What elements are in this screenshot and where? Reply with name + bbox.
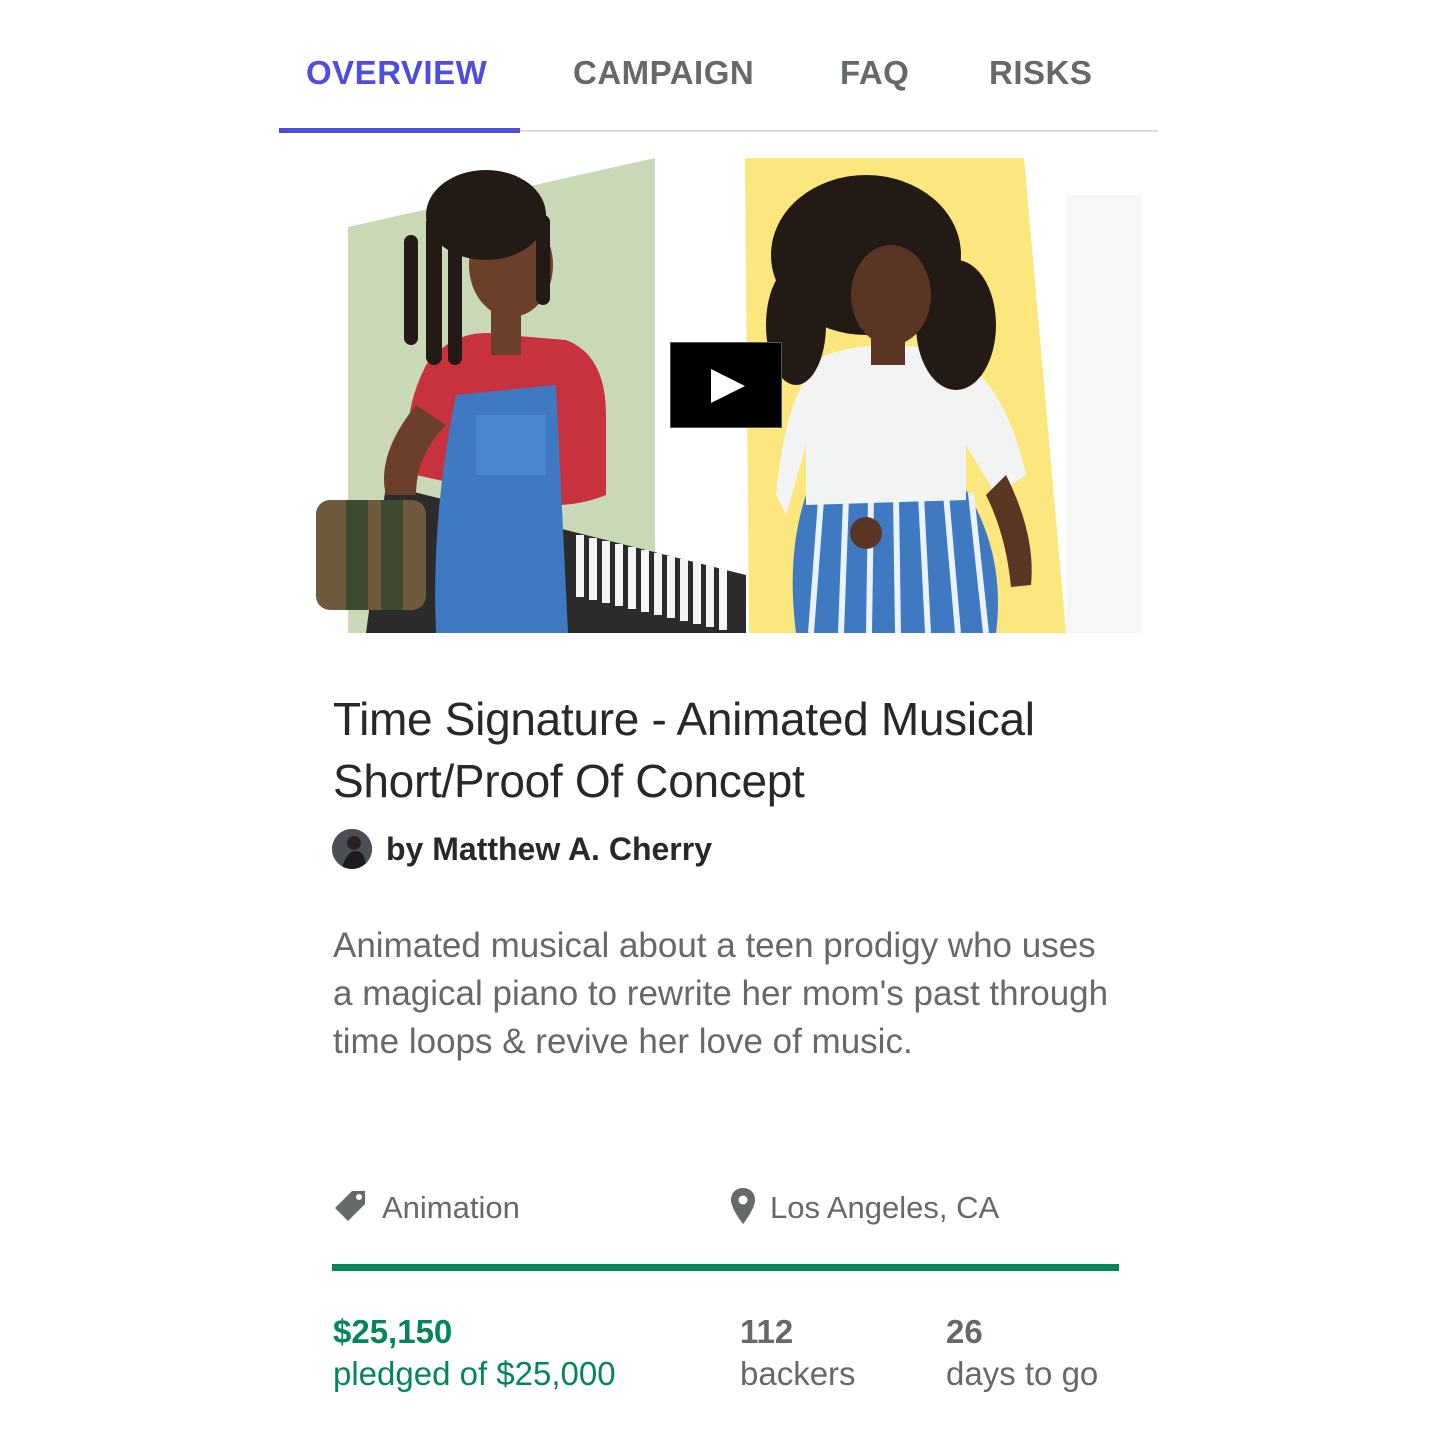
play-icon	[711, 369, 745, 403]
tab-risks[interactable]: RISKS	[989, 54, 1092, 92]
project-tabs: OVERVIEW CAMPAIGN FAQ RISKS	[279, 0, 1158, 133]
project-title: Time Signature - Animated Musical Short/…	[333, 693, 1035, 807]
creator-link[interactable]: by Matthew A. Cherry	[332, 827, 712, 871]
active-tab-indicator	[279, 128, 520, 133]
funding-progress-fill	[332, 1264, 1119, 1271]
category-label: Animation	[382, 1190, 520, 1225]
tag-icon	[332, 1188, 368, 1229]
tab-overview[interactable]: OVERVIEW	[306, 54, 487, 92]
creator-avatar	[332, 829, 372, 869]
location-label: Los Angeles, CA	[770, 1190, 1000, 1225]
tab-faq[interactable]: FAQ	[840, 54, 909, 92]
pledged-stat: $25,150 pledged of $25,000	[333, 1311, 616, 1395]
project-blurb: Animated musical about a teen prodigy wh…	[333, 926, 1109, 1061]
backers-label: backers	[740, 1355, 856, 1392]
backers-count: 112	[740, 1313, 794, 1350]
video-play-button[interactable]	[670, 342, 782, 428]
project-video[interactable]	[306, 155, 1142, 633]
location-pin-icon	[730, 1187, 756, 1230]
tab-campaign[interactable]: CAMPAIGN	[573, 54, 754, 92]
days-stat: 26 days to go	[946, 1311, 1098, 1395]
days-count: 26	[946, 1313, 983, 1350]
location-link[interactable]: Los Angeles, CA	[730, 1186, 999, 1230]
pledged-amount: $25,150	[333, 1313, 453, 1350]
creator-name: by Matthew A. Cherry	[386, 830, 712, 867]
pledged-goal-label: pledged of $25,000	[333, 1355, 616, 1392]
backers-stat: 112 backers	[740, 1311, 856, 1395]
category-link[interactable]: Animation	[332, 1186, 520, 1230]
days-label: days to go	[946, 1355, 1099, 1392]
funding-progress-bar	[332, 1264, 1119, 1271]
